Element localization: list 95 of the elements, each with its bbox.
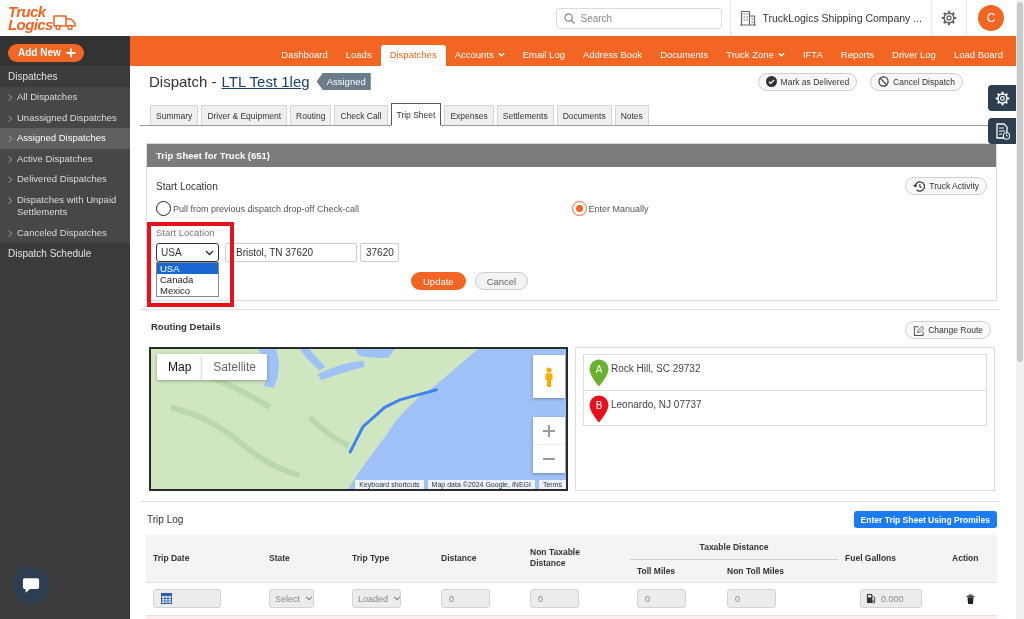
sidebar-item[interactable]: Dispatches with Unpaid Settlements bbox=[0, 189, 130, 223]
zip-field[interactable]: 37620 bbox=[360, 243, 399, 262]
tab[interactable]: Driver & Equipment bbox=[201, 105, 288, 125]
plus-icon bbox=[543, 425, 555, 437]
trash-icon[interactable] bbox=[966, 593, 975, 604]
fuel-pump-icon bbox=[866, 593, 876, 604]
tab[interactable]: Check Call bbox=[334, 105, 388, 125]
dropdown-option[interactable]: USA bbox=[157, 263, 218, 274]
sidebar-heading[interactable]: Dispatches bbox=[0, 66, 130, 87]
dropdown-option[interactable]: Mexico bbox=[157, 285, 218, 296]
tab[interactable]: Expenses bbox=[444, 105, 494, 125]
stop-address: Leonardo, NJ 07737 bbox=[611, 399, 702, 410]
column-header: Taxable Distance bbox=[630, 535, 838, 559]
map-type-button[interactable]: Map bbox=[157, 354, 203, 380]
chevron-right-icon bbox=[8, 114, 13, 123]
stop-address: Rock Hill, SC 29732 bbox=[611, 363, 701, 374]
plus-icon bbox=[65, 47, 76, 58]
edit-icon bbox=[913, 324, 925, 336]
column-header: State bbox=[262, 535, 345, 582]
radio-button[interactable] bbox=[571, 201, 587, 216]
zoom-in-button[interactable] bbox=[533, 417, 565, 445]
chevron-right-icon bbox=[8, 94, 13, 102]
map-pin-marker: B bbox=[589, 395, 609, 423]
tab[interactable]: Notes bbox=[614, 105, 649, 125]
minus-icon bbox=[543, 458, 555, 460]
country-select[interactable]: USA bbox=[156, 243, 219, 262]
sidebar-item[interactable]: All Dispatches bbox=[0, 87, 130, 108]
search-icon bbox=[564, 12, 576, 24]
scrollbar-thumb[interactable] bbox=[1017, 2, 1023, 362]
document-icon bbox=[994, 122, 1010, 140]
chevron-right-icon bbox=[8, 176, 13, 184]
mark-delivered-button[interactable]: Mark as Delivered bbox=[757, 72, 858, 91]
chevron-right-icon bbox=[8, 229, 13, 238]
column-header: Toll Miles bbox=[630, 559, 720, 582]
dropdown-option[interactable]: Canada bbox=[157, 274, 218, 285]
tab[interactable]: Routing bbox=[290, 105, 332, 125]
chevron-right-icon bbox=[8, 155, 13, 164]
chevron-down-icon bbox=[305, 596, 313, 601]
page-title: Dispatch - bbox=[149, 73, 217, 90]
truck-activity-button[interactable]: Truck Activity bbox=[905, 177, 987, 195]
radio-label[interactable]: Enter Manually bbox=[588, 203, 649, 214]
field-heading: Start Location bbox=[156, 180, 218, 192]
radio-label[interactable]: Pull from previous dispatch drop-off Check-call bbox=[173, 203, 359, 214]
address-field[interactable]: Bristol, TN 37620 bbox=[225, 243, 357, 262]
sidebar-item[interactable]: Assigned Dispatches bbox=[0, 128, 130, 149]
dispatch-link[interactable]: LTL Test 1leg bbox=[221, 73, 310, 90]
tool-button[interactable] bbox=[988, 85, 1016, 111]
tab[interactable]: Settlements bbox=[496, 105, 554, 125]
settings-icon[interactable] bbox=[941, 10, 957, 26]
status-badge: Assigned bbox=[316, 73, 371, 90]
chevron-right-icon bbox=[8, 135, 13, 143]
section-header: Trip Sheet for Truck (651) bbox=[147, 144, 996, 167]
map-pin-marker: A bbox=[589, 359, 609, 387]
truck-icon bbox=[52, 13, 76, 31]
sidebar-heading[interactable]: Dispatch Schedule bbox=[0, 243, 130, 264]
section-title: Routing Details bbox=[151, 321, 221, 332]
column-header: Non Taxable Distance bbox=[523, 535, 630, 582]
column-header: Action bbox=[938, 535, 997, 582]
sidebar-item[interactable]: Active Dispatches bbox=[0, 148, 130, 169]
building-icon bbox=[740, 10, 757, 26]
sidebar-item[interactable]: Unassigned Dispatches bbox=[0, 107, 130, 128]
column-header: Trip Date bbox=[146, 535, 262, 582]
column-header: Trip Type bbox=[345, 535, 434, 582]
ban-icon bbox=[878, 76, 890, 87]
zoom-out-button[interactable] bbox=[533, 445, 565, 473]
chat-bubble-icon bbox=[22, 576, 40, 594]
tab[interactable]: Documents bbox=[556, 105, 612, 125]
date-field[interactable] bbox=[153, 589, 221, 608]
sidebar-item[interactable]: Delivered Dispatches bbox=[0, 169, 130, 190]
scrollbar[interactable] bbox=[1016, 0, 1024, 619]
cancel-button[interactable]: Cancel bbox=[474, 272, 529, 290]
tool-button[interactable] bbox=[988, 118, 1016, 144]
chevron-down-icon bbox=[205, 249, 214, 256]
promiles-button[interactable]: Enter Trip Sheet Using Promiles bbox=[853, 511, 997, 528]
history-icon bbox=[913, 180, 926, 192]
chevron-down-icon bbox=[393, 596, 402, 601]
tab[interactable]: Trip Sheet bbox=[390, 103, 442, 126]
search-field[interactable]: Search bbox=[556, 7, 723, 29]
company-name[interactable]: TruckLogics Shipping Company ... bbox=[762, 12, 922, 24]
tab[interactable]: Summary bbox=[150, 105, 199, 125]
radio-button[interactable] bbox=[156, 201, 171, 216]
gear-icon bbox=[994, 90, 1010, 106]
chevron-right-icon bbox=[8, 196, 13, 205]
check-circle-icon bbox=[765, 76, 777, 87]
sidebar-item[interactable]: Canceled Dispatches bbox=[0, 222, 130, 243]
column-header: Non Toll Miles bbox=[720, 559, 838, 582]
cancel-dispatch-button[interactable]: Cancel Dispatch bbox=[870, 72, 963, 91]
column-header: Distance bbox=[434, 535, 523, 582]
field-label: Start Location bbox=[156, 227, 215, 238]
calendar-icon bbox=[161, 593, 172, 604]
map-type-button[interactable]: Satellite bbox=[202, 354, 268, 380]
change-route-button[interactable]: Change Route bbox=[905, 321, 991, 339]
person-icon bbox=[543, 366, 555, 387]
column-header: Fuel Gallons bbox=[838, 535, 938, 582]
section-title: Trip Log bbox=[147, 514, 184, 525]
